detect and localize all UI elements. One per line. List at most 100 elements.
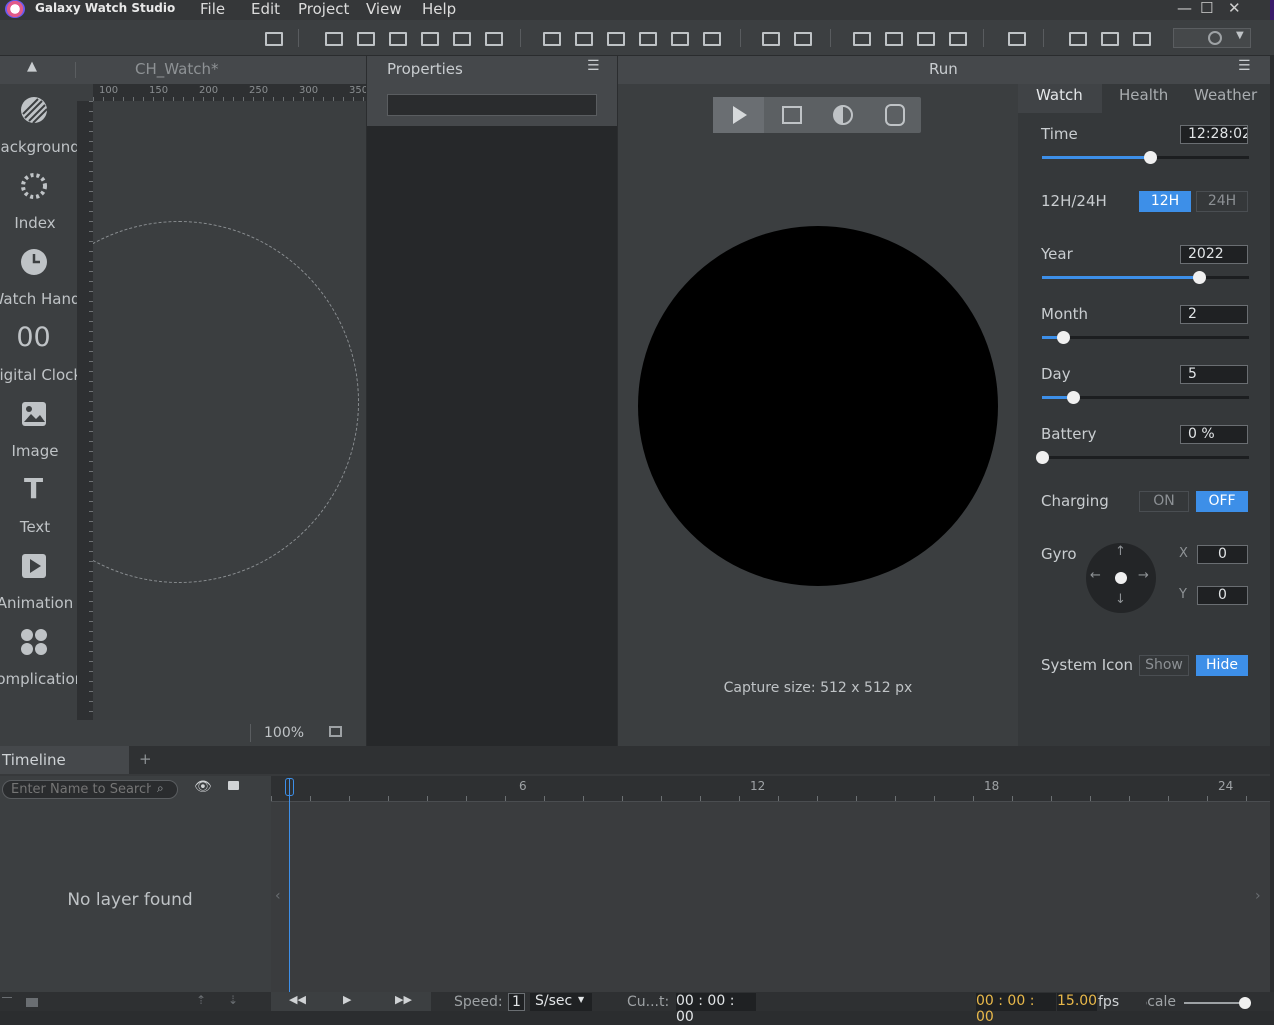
visibility-toggle-icon[interactable]: 👁 xyxy=(194,779,212,795)
scroll-left-icon[interactable]: ‹ xyxy=(275,888,281,904)
tool-background[interactable]: Background xyxy=(0,88,80,164)
rewind-icon[interactable]: ◀◀ xyxy=(289,993,306,1006)
tool-text[interactable]: T Text xyxy=(0,468,77,544)
maximize-button[interactable]: ☐ xyxy=(1200,0,1213,17)
menu-project[interactable]: Project xyxy=(298,0,349,18)
slider-thumb[interactable] xyxy=(1067,391,1081,404)
lock-icon[interactable] xyxy=(228,781,239,790)
playhead[interactable] xyxy=(289,778,290,992)
distribute-center-icon[interactable] xyxy=(669,29,689,46)
properties-search-input[interactable] xyxy=(387,94,597,116)
move-up-icon[interactable]: ⇡ xyxy=(196,993,206,1007)
space-vertical-icon[interactable] xyxy=(760,29,780,46)
align-center-icon[interactable] xyxy=(451,29,471,46)
month-input[interactable]: 2 xyxy=(1180,305,1248,324)
gyro-y-input[interactable]: 0 xyxy=(1197,586,1248,605)
hour-24h-button[interactable]: 24H xyxy=(1196,191,1248,212)
distribute-right-icon[interactable] xyxy=(701,29,721,46)
fit-screen-icon[interactable] xyxy=(263,29,283,46)
year-input[interactable]: 2022 xyxy=(1180,245,1248,264)
align-right-icon[interactable] xyxy=(483,29,503,46)
scale-slider[interactable] xyxy=(1184,1002,1246,1004)
layer-search-field[interactable]: ⌕ xyxy=(2,780,178,799)
distribute-top-icon[interactable] xyxy=(541,29,561,46)
time-input[interactable]: 12:28:02 xyxy=(1180,125,1248,144)
system-icon-hide-button[interactable]: Hide xyxy=(1196,655,1248,676)
panel-menu-icon[interactable]: ☰ xyxy=(587,58,600,74)
tool-index[interactable]: Index xyxy=(0,164,77,240)
device-select-dropdown[interactable]: ▼ xyxy=(1173,28,1251,48)
align-middle-icon[interactable] xyxy=(355,29,375,46)
menu-view[interactable]: View xyxy=(366,0,402,18)
distribute-bottom-icon[interactable] xyxy=(605,29,625,46)
year-slider[interactable] xyxy=(1042,271,1249,284)
menu-file[interactable]: File xyxy=(200,0,225,18)
system-icon-show-button[interactable]: Show xyxy=(1139,655,1189,676)
add-timeline-button[interactable]: + xyxy=(139,750,152,768)
fast-forward-icon[interactable]: ▶▶ xyxy=(395,993,412,1006)
menu-edit[interactable]: Edit xyxy=(251,0,280,18)
layer-search-input[interactable] xyxy=(11,782,151,797)
battery-input[interactable]: 0 % xyxy=(1180,425,1248,444)
zoom-level[interactable]: 100% xyxy=(264,725,304,741)
collapse-up-icon[interactable]: ▲ xyxy=(27,59,37,74)
fit-canvas-icon[interactable] xyxy=(329,726,342,737)
charging-off-button[interactable]: OFF xyxy=(1196,491,1248,512)
gyro-joystick[interactable]: ↑ ↓ ← → xyxy=(1086,543,1156,613)
send-backward-icon[interactable] xyxy=(915,29,935,46)
time-slider[interactable] xyxy=(1042,151,1249,164)
bring-forward-icon[interactable] xyxy=(883,29,903,46)
speed-input[interactable]: 1 xyxy=(508,993,525,1011)
close-button[interactable]: ✕ xyxy=(1228,0,1241,17)
month-slider[interactable] xyxy=(1042,331,1249,344)
design-canvas[interactable] xyxy=(93,101,366,720)
tool-digital-clock[interactable]: 00 Digital Clock xyxy=(0,316,82,392)
align-left-icon[interactable] xyxy=(419,29,439,46)
minimize-button[interactable]: — xyxy=(1177,0,1192,17)
align-bottom-icon[interactable] xyxy=(387,29,407,46)
run-device-icon[interactable] xyxy=(1006,29,1026,46)
capture-button[interactable] xyxy=(768,97,815,133)
document-tab[interactable]: CH_Watch* xyxy=(135,60,218,78)
timeline-tab[interactable]: Timeline xyxy=(0,746,129,774)
play-icon[interactable]: ▶ xyxy=(343,993,351,1006)
current-time-value[interactable]: 00 : 00 : 00 xyxy=(676,993,756,1025)
slider-thumb[interactable] xyxy=(1056,331,1070,344)
watch-device-button[interactable] xyxy=(870,97,921,133)
tab-watch[interactable]: Watch xyxy=(1036,86,1083,104)
slider-thumb[interactable] xyxy=(1143,151,1157,164)
ambient-button[interactable] xyxy=(819,97,866,133)
remove-layer-icon[interactable] xyxy=(2,997,12,998)
tool-image[interactable]: Image xyxy=(0,392,77,468)
fps-input[interactable]: 15.00 xyxy=(1057,993,1097,1011)
charging-on-button[interactable]: ON xyxy=(1139,491,1189,512)
space-horizontal-icon[interactable] xyxy=(792,29,812,46)
speed-unit-select[interactable]: S/sec ▼ xyxy=(530,993,592,1011)
bring-front-icon[interactable] xyxy=(851,29,871,46)
distribute-left-icon[interactable] xyxy=(637,29,657,46)
timeline-track-area[interactable]: ‹ › xyxy=(271,802,1270,992)
menu-help[interactable]: Help xyxy=(422,0,456,18)
battery-slider[interactable] xyxy=(1036,451,1249,464)
tab-health[interactable]: Health xyxy=(1119,86,1168,104)
align-top-icon[interactable] xyxy=(323,29,343,46)
slider-thumb[interactable] xyxy=(1036,451,1049,464)
tool-animation[interactable]: Animation xyxy=(0,544,77,620)
tool-watch-hand[interactable]: Watch Hand xyxy=(0,240,80,316)
tool-complication[interactable]: Complication xyxy=(0,620,84,696)
distribute-middle-icon[interactable] xyxy=(573,29,593,46)
wrench-icon[interactable] xyxy=(1099,29,1119,46)
send-back-icon[interactable] xyxy=(947,29,967,46)
play-button[interactable] xyxy=(713,97,764,133)
day-slider[interactable] xyxy=(1042,391,1249,404)
connect-device-icon[interactable] xyxy=(1131,29,1151,46)
move-down-icon[interactable]: ⇣ xyxy=(228,993,238,1007)
day-input[interactable]: 5 xyxy=(1180,365,1248,384)
scale-slider-thumb[interactable] xyxy=(1239,997,1251,1009)
folder-icon[interactable] xyxy=(26,998,38,1007)
scroll-right-icon[interactable]: › xyxy=(1255,888,1261,904)
gyro-knob[interactable] xyxy=(1115,572,1127,584)
gyro-x-input[interactable]: 0 xyxy=(1197,545,1248,564)
tab-weather[interactable]: Weather xyxy=(1194,86,1257,104)
panel-menu-icon[interactable]: ☰ xyxy=(1238,58,1251,74)
